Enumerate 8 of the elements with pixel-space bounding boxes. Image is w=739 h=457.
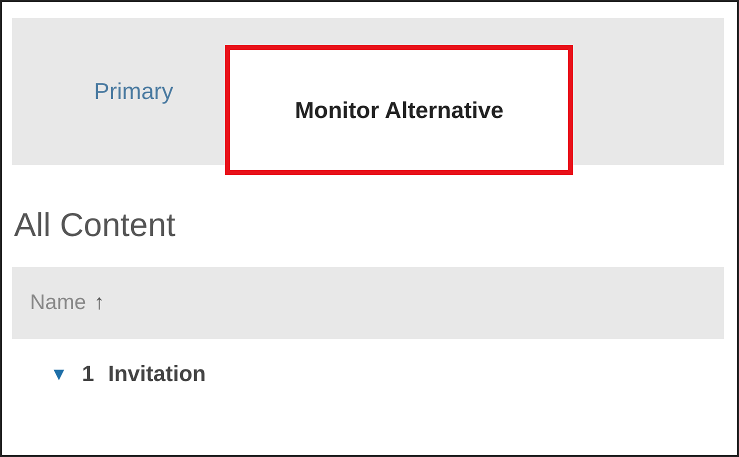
section-title: All Content [14,205,176,245]
column-header[interactable]: Name ↑ [30,291,105,315]
row-number: 1 [82,361,94,387]
table-cell: Invitation [108,361,206,387]
tab[interactable]: Monitor Alternative [225,45,574,175]
tab[interactable]: Primary [62,78,206,165]
expand-toggle[interactable]: ▼ [50,364,68,384]
sort-icon: ↑ [94,291,105,315]
